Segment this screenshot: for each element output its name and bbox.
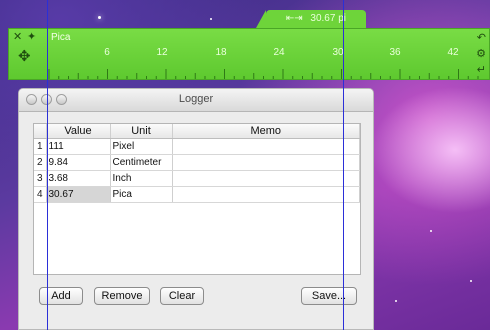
column-header-memo[interactable]: Memo: [172, 124, 360, 139]
settings-icon[interactable]: ⚙: [476, 49, 486, 60]
pica-ruler[interactable]: ✕ ✦ ✥ Pica 6 12 18 24 30 36 42 ↶ ⚙ ↵: [8, 28, 490, 80]
measurement-value: 30.67 pi: [310, 13, 346, 24]
column-header-unit[interactable]: Unit: [110, 124, 173, 139]
row-index: 4: [34, 186, 47, 203]
remove-button[interactable]: Remove: [94, 287, 150, 305]
memo-cell[interactable]: [172, 170, 360, 187]
row-index: 2: [34, 154, 47, 171]
tab-slant: [256, 10, 266, 28]
star: [98, 16, 101, 19]
guide-line-right[interactable]: [343, 0, 344, 330]
ruler-measurement-tab[interactable]: ⇤⇥ 30.67 pi: [256, 10, 366, 28]
memo-cell[interactable]: [172, 138, 360, 155]
unit-cell[interactable]: Centimeter: [110, 154, 173, 171]
guide-line-left[interactable]: [47, 0, 48, 330]
table-row[interactable]: 3 3.68 Inch: [34, 170, 360, 187]
row-index: 1: [34, 138, 47, 155]
horizontal-arrows-icon: ⇤⇥: [285, 13, 303, 24]
table-row[interactable]: 4 30.67 Pica: [34, 186, 360, 203]
star: [430, 230, 432, 232]
column-header-index[interactable]: [34, 124, 47, 139]
column-header-value[interactable]: Value: [46, 124, 111, 139]
unit-cell[interactable]: Pixel: [110, 138, 173, 155]
value-cell[interactable]: 30.67: [46, 186, 111, 203]
flip-icon[interactable]: ↵: [477, 65, 486, 76]
logger-window: Logger Value Unit Memo 1 111 Pixel 2 9.8…: [18, 88, 374, 330]
table-header: Value Unit Memo: [34, 124, 360, 139]
table-row[interactable]: 1 111 Pixel: [34, 138, 360, 155]
star: [395, 300, 397, 302]
ruler-ticks: [48, 69, 479, 79]
star: [470, 280, 472, 282]
row-index: 3: [34, 170, 47, 187]
value-cell[interactable]: 111: [46, 138, 111, 155]
unit-cell[interactable]: Inch: [110, 170, 173, 187]
star: [210, 18, 212, 20]
rotate-icon[interactable]: ↶: [477, 33, 486, 44]
unit-cell[interactable]: Pica: [110, 186, 173, 203]
value-cell[interactable]: 3.68: [46, 170, 111, 187]
title-bar[interactable]: Logger: [19, 89, 373, 112]
clear-button[interactable]: Clear: [160, 287, 204, 305]
table-row[interactable]: 2 9.84 Centimeter: [34, 154, 360, 171]
value-cell[interactable]: 9.84: [46, 154, 111, 171]
log-table[interactable]: Value Unit Memo 1 111 Pixel 2 9.84 Centi…: [33, 123, 361, 275]
save-button[interactable]: Save...: [301, 287, 357, 305]
add-button[interactable]: Add: [39, 287, 83, 305]
memo-cell[interactable]: [172, 154, 360, 171]
memo-cell[interactable]: [172, 186, 360, 203]
window-title: Logger: [178, 93, 214, 105]
